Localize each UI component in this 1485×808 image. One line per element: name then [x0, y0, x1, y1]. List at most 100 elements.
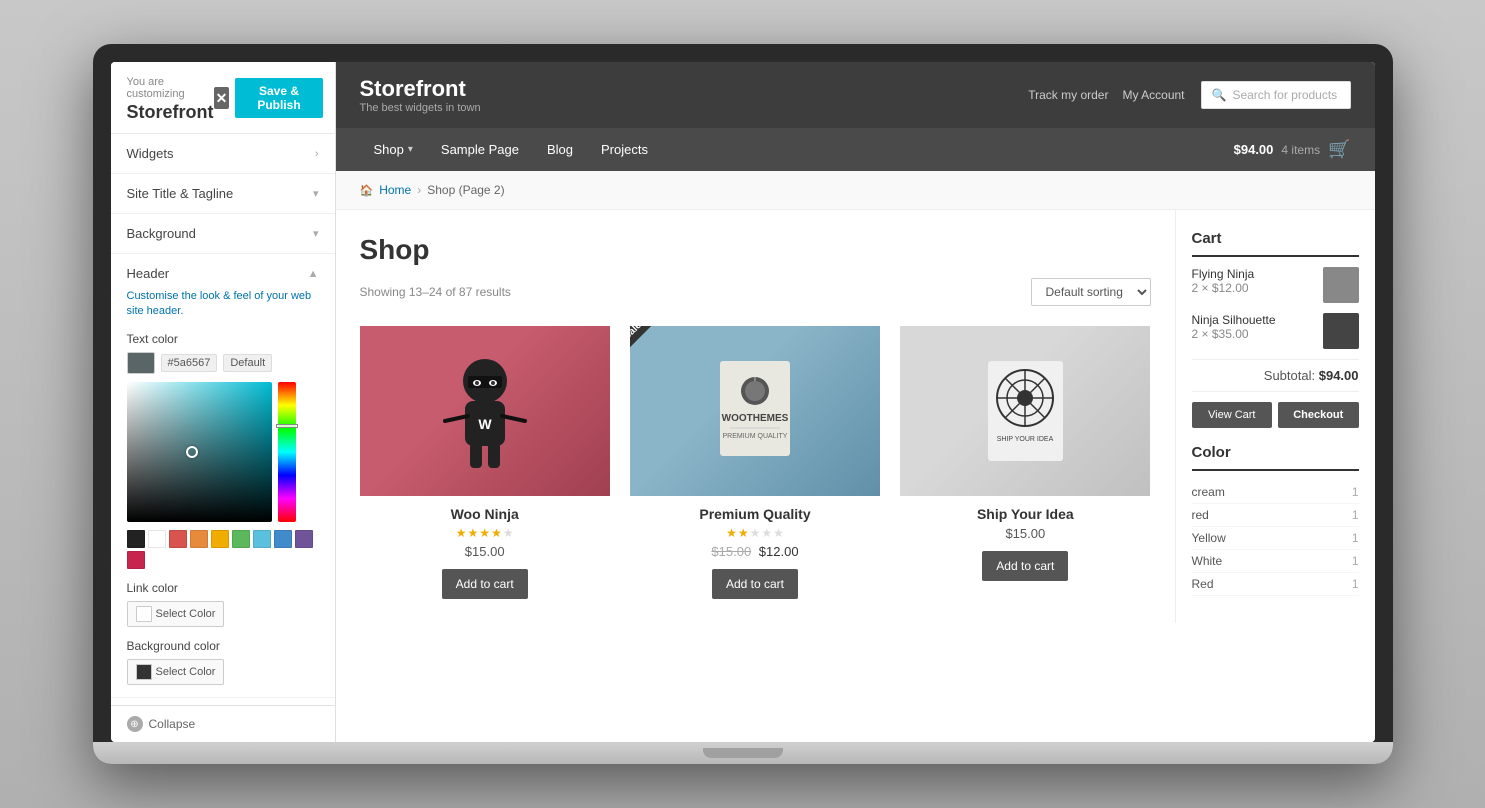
- hue-handle[interactable]: [276, 424, 298, 428]
- color-label: Red: [1192, 577, 1214, 591]
- color-picker-handle[interactable]: [186, 446, 198, 458]
- color-swatch-green[interactable]: [232, 530, 250, 548]
- nav-shop-label: Shop: [374, 142, 404, 157]
- color-swatch-black[interactable]: [127, 530, 145, 548]
- star-5: ★: [773, 526, 784, 540]
- star-2: ★: [738, 526, 749, 540]
- color-filter-cream[interactable]: cream 1: [1192, 481, 1359, 504]
- cart-icon: 🛒: [1328, 139, 1350, 160]
- add-to-cart-premium[interactable]: Add to cart: [712, 569, 798, 599]
- breadcrumb-home[interactable]: Home: [379, 183, 411, 197]
- color-swatch-cyan[interactable]: [253, 530, 271, 548]
- link-color-swatch: [136, 606, 152, 622]
- star-3: ★: [750, 526, 761, 540]
- color-swatch-purple[interactable]: [295, 530, 313, 548]
- color-label: Yellow: [1192, 531, 1226, 545]
- nav-projects[interactable]: Projects: [587, 128, 662, 171]
- my-account-link[interactable]: My Account: [1122, 88, 1184, 102]
- chevron-down-icon: ▾: [313, 187, 319, 200]
- product-price: $15.00 $12.00: [630, 544, 880, 559]
- bg-color-select-button[interactable]: Select Color: [127, 659, 225, 685]
- shop-title: Shop: [360, 234, 1151, 266]
- sidebar-item-label: Background: [127, 226, 196, 241]
- color-swatches-row: [127, 530, 319, 569]
- color-swatch-white[interactable]: [148, 530, 166, 548]
- cart-area[interactable]: $94.00 4 items 🛒: [1234, 139, 1351, 160]
- color-default-button[interactable]: Default: [223, 354, 272, 372]
- subtotal-label: Subtotal:: [1264, 368, 1315, 383]
- header-description: Customise the look & feel of your web si…: [127, 289, 319, 320]
- checkout-button[interactable]: Checkout: [1278, 402, 1359, 428]
- color-swatch-red[interactable]: [169, 530, 187, 548]
- product-card-ship: SHIP YOUR IDEA Ship Your Idea $15.00 Add…: [900, 326, 1150, 599]
- color-count: 1: [1352, 485, 1359, 499]
- save-publish-button[interactable]: Save & Publish: [235, 78, 322, 118]
- cart-item-2-info: Ninja Silhouette 2 × $35.00: [1192, 313, 1276, 341]
- cart-buttons: View Cart Checkout: [1192, 402, 1359, 428]
- product-stars: ★ ★ ★ ★ ★: [630, 526, 880, 540]
- color-hex-badge: #5a6567: [161, 354, 218, 372]
- nav-blog[interactable]: Blog: [533, 128, 587, 171]
- color-gradient-bg: [127, 382, 272, 522]
- view-cart-button[interactable]: View Cart: [1192, 402, 1273, 428]
- color-swatch-yellow[interactable]: [211, 530, 229, 548]
- color-filter-red[interactable]: red 1: [1192, 504, 1359, 527]
- close-button[interactable]: ✕: [214, 87, 230, 109]
- color-gradient-picker[interactable]: [127, 382, 272, 522]
- sidebar-menu: Widgets › Site Title & Tagline ▾ Backgro…: [111, 134, 335, 705]
- sidebar-item-site-title[interactable]: Site Title & Tagline ▾: [111, 174, 335, 214]
- premium-svg: WOOTHEMES PREMIUM QUALITY: [715, 356, 795, 466]
- product-stars: ★ ★ ★ ★ ★: [360, 526, 610, 540]
- color-swatch-orange[interactable]: [190, 530, 208, 548]
- text-color-swatch[interactable]: [127, 352, 155, 374]
- track-order-link[interactable]: Track my order: [1028, 88, 1108, 102]
- customizing-label: You are customizing: [127, 76, 214, 100]
- product-card-woo-ninja: W Woo Ninja ★: [360, 326, 610, 599]
- color-count: 1: [1352, 577, 1359, 591]
- cart-item-1-qty: 2 × $12.00: [1192, 281, 1255, 295]
- nav-shop[interactable]: Shop ▾: [360, 128, 427, 171]
- sort-dropdown[interactable]: Default sorting: [1031, 278, 1151, 306]
- collapse-button[interactable]: ⊕ Collapse: [111, 705, 335, 742]
- svg-text:PREMIUM QUALITY: PREMIUM QUALITY: [723, 433, 788, 440]
- search-icon: 🔍: [1212, 88, 1227, 102]
- color-picker: [127, 382, 319, 522]
- sidebar-item-header[interactable]: Header ▲: [127, 266, 319, 281]
- product-image-premium: Sale! WOOTHEMES PRE: [630, 326, 880, 496]
- sidebar-item-background[interactable]: Background ▾: [111, 214, 335, 254]
- color-count: 1: [1352, 531, 1359, 545]
- color-swatch-pink[interactable]: [127, 551, 145, 569]
- store-tagline: The best widgets in town: [360, 102, 481, 114]
- store-preview: Storefront The best widgets in town Trac…: [336, 62, 1375, 742]
- breadcrumb-separator: ›: [417, 183, 421, 197]
- sidebar-item-footer[interactable]: Footer ▾: [111, 698, 335, 705]
- add-to-cart-ship[interactable]: Add to cart: [982, 551, 1068, 581]
- color-filter-yellow[interactable]: Yellow 1: [1192, 527, 1359, 550]
- product-name: Premium Quality: [630, 506, 880, 522]
- product-price: $15.00: [360, 544, 610, 559]
- add-to-cart-woo-ninja[interactable]: Add to cart: [442, 569, 528, 599]
- link-select-label: Select Color: [156, 608, 216, 620]
- star-1: ★: [456, 526, 467, 540]
- nav-sample-page[interactable]: Sample Page: [427, 128, 533, 171]
- svg-text:WOOTHEMES: WOOTHEMES: [722, 413, 789, 424]
- cart-item-2-thumb: [1323, 313, 1359, 349]
- sidebar-item-widgets[interactable]: Widgets ›: [111, 134, 335, 174]
- color-label: White: [1192, 554, 1223, 568]
- search-box[interactable]: 🔍 Search for products: [1201, 81, 1351, 109]
- customizer-sidebar: You are customizing Storefront ✕ Save & …: [111, 62, 336, 742]
- main-nav: Shop ▾ Sample Page Blog Projects: [360, 128, 662, 171]
- store-nav-bar: Shop ▾ Sample Page Blog Projects $94.00 …: [336, 128, 1375, 171]
- color-hue-slider[interactable]: [278, 382, 296, 522]
- color-swatch-blue[interactable]: [274, 530, 292, 548]
- text-color-control: #5a6567 Default: [127, 352, 319, 374]
- link-color-select-button[interactable]: Select Color: [127, 601, 225, 627]
- color-filter-list: cream 1 red 1 Yellow 1 White: [1192, 481, 1359, 596]
- sidebar-header: You are customizing Storefront ✕ Save & …: [111, 62, 335, 134]
- color-filter-white[interactable]: White 1: [1192, 550, 1359, 573]
- cart-items-count: 4 items: [1281, 143, 1320, 157]
- store-name: Storefront: [360, 76, 481, 102]
- color-filter-red2[interactable]: Red 1: [1192, 573, 1359, 596]
- home-icon: 🏠: [360, 184, 374, 197]
- shop-main: Shop Showing 13–24 of 87 results Default…: [336, 210, 1175, 623]
